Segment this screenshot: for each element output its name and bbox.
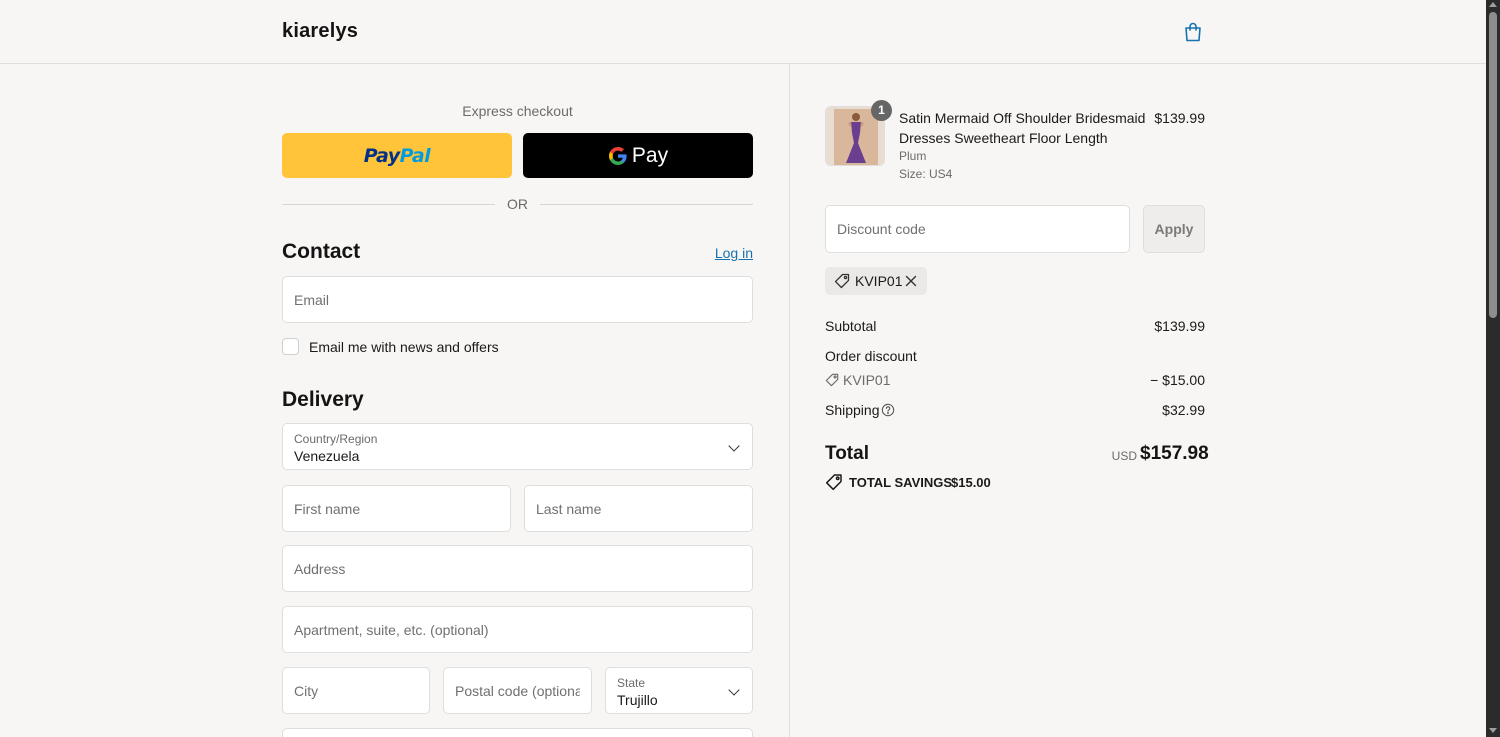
or-text: OR [507, 196, 528, 212]
product-variant: Plum [899, 149, 927, 163]
apartment-field[interactable] [282, 606, 753, 653]
scroll-down-arrow-icon[interactable] [1489, 728, 1497, 733]
help-circle-icon[interactable] [881, 403, 895, 417]
chevron-down-icon [728, 440, 740, 452]
city-input[interactable] [283, 668, 429, 713]
state-select[interactable]: State Trujillo [605, 667, 753, 714]
product-price: $139.99 [1154, 110, 1205, 126]
total-savings-value: $15.00 [951, 475, 991, 490]
google-pay-button[interactable]: Pay [523, 133, 753, 178]
quantity-badge: 1 [871, 100, 892, 121]
or-line-right [540, 204, 753, 205]
or-line-left [282, 204, 495, 205]
login-link[interactable]: Log in [690, 245, 753, 261]
state-label: State [617, 676, 646, 690]
country-label: Country/Region [294, 432, 378, 446]
paypal-logo: PayPal [363, 144, 431, 167]
postal-code-field[interactable] [443, 667, 592, 714]
last-name-input[interactable] [525, 486, 752, 531]
tag-icon [825, 373, 839, 387]
applied-discount-code: KVIP01 [855, 273, 903, 289]
last-name-field[interactable] [524, 485, 753, 532]
address-field[interactable] [282, 545, 753, 592]
shipping-label: Shipping [825, 402, 880, 418]
product-title: Satin Mermaid Off Shoulder Bridesmaid Dr… [899, 110, 1146, 146]
savings-tag-icon [825, 474, 842, 491]
address-input[interactable] [283, 546, 752, 591]
city-field[interactable] [282, 667, 430, 714]
paypal-logo-part2: Pal [399, 144, 431, 167]
newsletter-checkbox[interactable] [282, 338, 299, 355]
scroll-up-arrow-icon[interactable] [1489, 2, 1497, 7]
contact-heading: Contact [282, 240, 361, 263]
or-separator: OR [282, 196, 753, 212]
total-label: Total [825, 443, 869, 464]
phone-field-partial[interactable] [282, 728, 753, 737]
shopping-bag-icon[interactable] [1181, 20, 1205, 44]
email-field[interactable] [282, 276, 753, 323]
newsletter-label: Email me with news and offers [309, 339, 499, 355]
applied-discount-chip: KVIP01 [825, 267, 927, 295]
paypal-button[interactable]: PayPal [282, 133, 512, 178]
total-value: $157.98 [1140, 443, 1209, 464]
express-checkout-title: Express checkout [462, 103, 573, 119]
email-input[interactable] [283, 277, 752, 322]
state-value: Trujillo [617, 692, 658, 708]
page-scrollbar[interactable] [1486, 0, 1500, 737]
first-name-input[interactable] [283, 486, 510, 531]
country-value: Venezuela [294, 448, 360, 464]
order-discount-value: − $15.00 [1150, 372, 1205, 388]
delivery-heading: Delivery [282, 388, 364, 411]
order-discount-code: KVIP01 [843, 372, 891, 388]
google-g-icon [608, 146, 627, 165]
subtotal-label: Subtotal [825, 318, 877, 334]
column-divider [789, 64, 790, 737]
google-pay-label: Pay [631, 143, 669, 167]
discount-code-field[interactable] [825, 205, 1130, 253]
first-name-field[interactable] [282, 485, 511, 532]
apply-discount-button[interactable]: Apply [1143, 205, 1205, 253]
store-logo[interactable]: kiarelys [282, 20, 358, 43]
total-savings-label: TOTAL SAVINGS [849, 475, 953, 490]
postal-code-input[interactable] [444, 668, 591, 713]
chevron-down-icon [728, 684, 740, 696]
shipping-value: $32.99 [1162, 402, 1205, 418]
checkout-header: kiarelys [0, 0, 1486, 64]
subtotal-value: $139.99 [1154, 318, 1205, 334]
tag-icon [834, 273, 850, 289]
country-select[interactable]: Country/Region Venezuela [282, 423, 753, 470]
apartment-input[interactable] [283, 607, 752, 652]
scrollbar-thumb[interactable] [1489, 12, 1497, 318]
discount-code-input[interactable] [826, 206, 1129, 252]
order-discount-label: Order discount [825, 348, 917, 364]
product-size: Size: US4 [899, 167, 953, 181]
close-icon[interactable] [903, 273, 919, 289]
total-currency: USD [1111, 449, 1137, 463]
paypal-logo-part1: Pay [363, 144, 400, 167]
